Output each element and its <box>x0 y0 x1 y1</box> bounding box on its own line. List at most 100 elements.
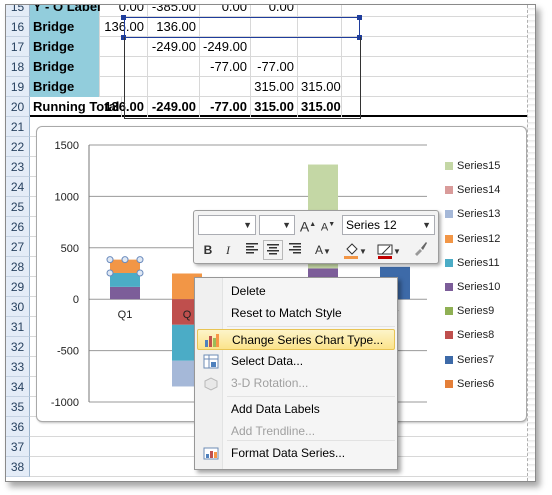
legend-label: Series10 <box>457 281 501 293</box>
row-header[interactable]: 29 <box>6 277 30 297</box>
value-cell[interactable]: 0.00 <box>251 5 298 17</box>
selection-handle[interactable] <box>136 269 144 277</box>
bar-segment[interactable] <box>110 286 140 300</box>
y-tick-label: -1000 <box>51 397 79 409</box>
label-cell[interactable]: Y - O Label <box>30 5 101 17</box>
italic-icon: I <box>226 243 230 257</box>
menu-separator <box>227 326 395 327</box>
row-header[interactable]: 23 <box>6 157 30 177</box>
selection-handle[interactable] <box>106 256 114 264</box>
value-cell[interactable] <box>298 5 342 17</box>
legend-item[interactable]: Series6 <box>445 377 494 391</box>
row-header[interactable]: 26 <box>6 217 30 237</box>
row-header[interactable]: 37 <box>6 437 30 457</box>
legend-item[interactable]: Series15 <box>445 159 500 173</box>
legend-label: Series12 <box>457 232 501 245</box>
grow-font-button[interactable]: A▲ <box>298 215 318 235</box>
paint-bucket-icon <box>344 243 359 259</box>
bold-button[interactable]: B <box>198 240 218 260</box>
row-header[interactable]: 17 <box>6 37 30 57</box>
legend-item[interactable]: Series8 <box>445 328 494 342</box>
series-select-value: Series 12 <box>346 218 397 232</box>
selection-handle[interactable] <box>121 256 129 264</box>
row-header[interactable]: 18 <box>6 57 30 77</box>
align-right-icon <box>289 243 301 254</box>
x-category-label: Q <box>183 309 192 321</box>
font-name-combo[interactable]: ▼ <box>198 215 256 235</box>
chart-type-icon <box>204 333 220 348</box>
shrink-font-button[interactable]: A▼ <box>318 215 338 235</box>
legend-item[interactable]: Series13 <box>445 207 500 221</box>
legend-item[interactable]: Series11 <box>445 256 500 270</box>
legend-swatch <box>445 283 453 292</box>
row-header[interactable]: 32 <box>6 337 30 357</box>
format-painter-button[interactable] <box>410 240 430 260</box>
legend-label: Series11 <box>457 256 500 269</box>
font-size-combo[interactable]: ▼ <box>259 215 295 235</box>
y-tick-label: 0 <box>73 294 79 306</box>
row-header[interactable]: 19 <box>6 77 30 97</box>
align-center-button[interactable] <box>263 240 283 260</box>
legend-item[interactable]: Series14 <box>445 183 500 197</box>
row-header[interactable]: 27 <box>6 237 30 257</box>
value-cell[interactable]: -385.00 <box>148 5 200 17</box>
selected-range[interactable] <box>124 17 360 38</box>
label-cell[interactable]: Bridge <box>30 37 100 57</box>
menu-item-label: Format Data Series... <box>231 446 346 460</box>
label-cell[interactable]: Bridge <box>30 57 100 77</box>
menu-item[interactable]: Reset to Match Style <box>197 303 395 324</box>
selection-handle[interactable] <box>136 256 144 264</box>
legend-item[interactable]: Series10 <box>445 280 500 294</box>
legend-item[interactable]: Series9 <box>445 304 494 318</box>
screenshot-frame: 15 Y - O Label 0.00 -385.00 0.00 0.00 16 Bridge… <box>5 4 536 482</box>
range-handle[interactable] <box>121 15 126 20</box>
row-header[interactable]: 15 <box>6 5 30 17</box>
legend-swatch <box>445 331 453 340</box>
row-header[interactable]: 24 <box>6 177 30 197</box>
selection-handle[interactable] <box>106 269 114 277</box>
bar-segment[interactable] <box>110 272 140 287</box>
menu-item-label: Add Data Labels <box>231 402 320 416</box>
row-header[interactable]: 16 <box>6 17 30 37</box>
paintbrush-icon <box>415 242 427 256</box>
menu-item[interactable]: Format Data Series... <box>197 443 395 464</box>
legend-label: Series9 <box>457 305 495 318</box>
outline-color-button[interactable]: ▼ <box>374 240 404 260</box>
align-left-button[interactable] <box>242 240 262 260</box>
legend-swatch <box>445 258 453 267</box>
row-header[interactable]: 38 <box>6 457 30 477</box>
align-right-button[interactable] <box>285 240 305 260</box>
row-header[interactable]: 28 <box>6 257 30 277</box>
row-header[interactable]: 35 <box>6 397 30 417</box>
legend-item[interactable]: Series7 <box>445 353 494 367</box>
chevron-down-icon: ▼ <box>422 220 431 230</box>
row-header[interactable]: 33 <box>6 357 30 377</box>
row-header[interactable]: 34 <box>6 377 30 397</box>
row-header[interactable]: 31 <box>6 317 30 337</box>
value-cell[interactable]: 0.00 <box>200 5 251 17</box>
legend-item[interactable]: Series12 <box>445 232 500 246</box>
italic-button[interactable]: I <box>218 240 238 260</box>
fill-color-button[interactable]: ▼ <box>340 240 370 260</box>
font-color-button[interactable]: A▼ <box>310 240 336 260</box>
label-cell[interactable]: Bridge <box>30 17 100 37</box>
row-header[interactable]: 21 <box>6 117 30 137</box>
label-cell[interactable]: Bridge <box>30 77 100 97</box>
row-header[interactable]: 22 <box>6 137 30 157</box>
menu-item[interactable]: Add Data Labels <box>197 399 395 420</box>
menu-item[interactable]: Change Series Chart Type... <box>197 329 395 350</box>
range-handle[interactable] <box>357 15 362 20</box>
menu-item[interactable]: Delete <box>197 281 395 302</box>
legend-swatch <box>445 162 453 171</box>
series-select-combo[interactable]: Series 12 ▼ <box>342 215 435 235</box>
legend-swatch <box>445 307 453 316</box>
menu-item[interactable]: Select Data... <box>197 351 395 372</box>
pen-outline-icon <box>377 244 393 259</box>
rotation-icon <box>203 376 219 391</box>
row-header[interactable]: 36 <box>6 417 30 437</box>
row-header[interactable]: 30 <box>6 297 30 317</box>
y-tick-label: 500 <box>61 243 79 255</box>
row-header[interactable]: 20 <box>6 97 30 117</box>
menu-item-label: 3-D Rotation... <box>231 376 309 390</box>
row-header[interactable]: 25 <box>6 197 30 217</box>
